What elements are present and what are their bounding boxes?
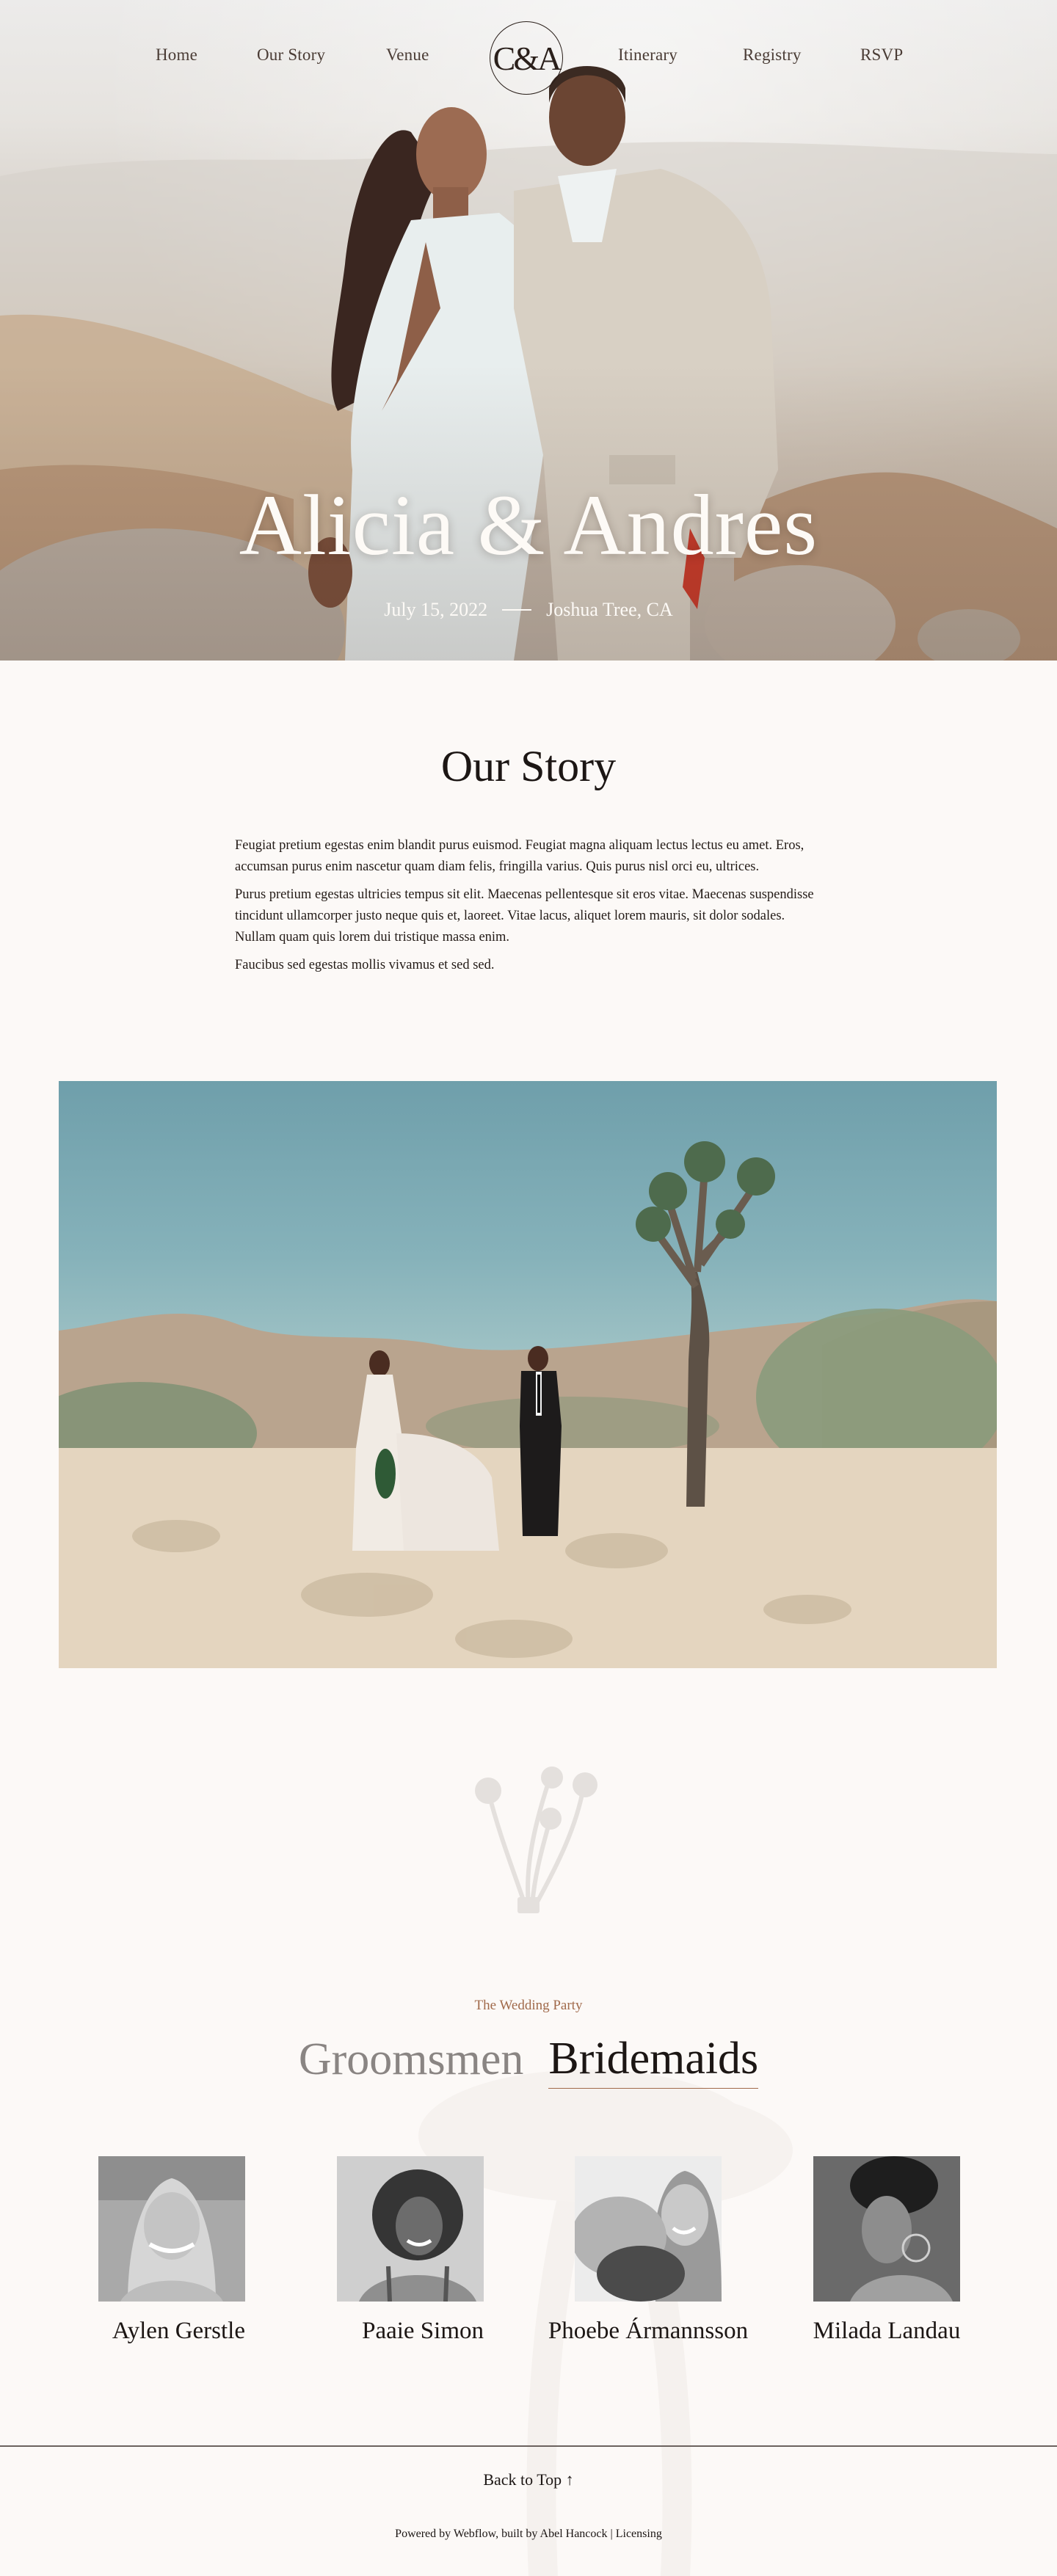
footer-credits: Powered by Webflow, built by Abel Hancoc… bbox=[395, 2528, 662, 2540]
nav-our-story[interactable]: Our Story bbox=[257, 46, 325, 65]
desert-couple-photo bbox=[59, 1081, 997, 1668]
back-to-top-link[interactable]: Back to Top ↑ bbox=[0, 2470, 1057, 2489]
member-photo bbox=[575, 2156, 722, 2302]
nav-registry[interactable]: Registry bbox=[743, 46, 802, 65]
wedding-location: Joshua Tree, CA bbox=[546, 599, 673, 620]
story-body: Feugiat pretium egestas enim blandit pur… bbox=[235, 835, 822, 983]
story-title: Our Story bbox=[440, 742, 617, 790]
divider-dash bbox=[502, 609, 532, 611]
member-photo bbox=[337, 2156, 484, 2302]
story-paragraph: Feugiat pretium egestas enim blandit pur… bbox=[235, 838, 804, 874]
member-name: Phoebe Ármannsson bbox=[548, 2318, 749, 2344]
joshua-tree-icon bbox=[475, 1767, 597, 1913]
footer-divider bbox=[0, 2445, 1057, 2447]
story-paragraph: Purus pretium egestas ultricies tempus s… bbox=[235, 887, 814, 945]
logo-monogram[interactable]: C&A bbox=[490, 21, 563, 95]
wedding-date: July 15, 2022 bbox=[384, 599, 488, 620]
member-photo bbox=[98, 2156, 245, 2302]
member-name: Milada Landau bbox=[813, 2318, 961, 2344]
story-paragraph: Faucibus sed egestas mollis vivamus et s… bbox=[235, 958, 495, 972]
main-nav: Home Our Story Venue C&A Itinerary Regis… bbox=[0, 0, 1057, 117]
member-name: Aylen Gerstle bbox=[112, 2318, 245, 2344]
nav-venue[interactable]: Venue bbox=[386, 46, 429, 65]
nav-home[interactable]: Home bbox=[156, 46, 197, 65]
webflow-link[interactable]: Webflow bbox=[454, 2528, 495, 2540]
party-member-card: Phoebe Ármannsson bbox=[548, 2156, 748, 2345]
party-tabs: Groomsmen Bridemaids bbox=[0, 2033, 1057, 2089]
hero-section: Home Our Story Venue C&A Itinerary Regis… bbox=[0, 0, 1057, 661]
tab-groomsmen[interactable]: Groomsmen bbox=[299, 2033, 524, 2089]
party-eyebrow: The Wedding Party bbox=[474, 1998, 583, 2013]
author-link[interactable]: Abel Hancock bbox=[540, 2528, 608, 2540]
party-member-card: Paaie Simon bbox=[337, 2156, 484, 2345]
desert-scene bbox=[59, 1141, 997, 1668]
party-member-card: Milada Landau bbox=[813, 2156, 960, 2345]
hero-subtitle: July 15, 2022 Joshua Tree, CA bbox=[0, 599, 1057, 621]
member-name: Paaie Simon bbox=[362, 2318, 484, 2344]
nav-itinerary[interactable]: Itinerary bbox=[618, 46, 678, 65]
party-member-card: Aylen Gerstle bbox=[98, 2156, 245, 2345]
licensing-link[interactable]: Licensing bbox=[616, 2528, 662, 2540]
member-photo bbox=[813, 2156, 960, 2302]
tab-bridesmaids[interactable]: Bridemaids bbox=[548, 2033, 759, 2089]
nav-rsvp[interactable]: RSVP bbox=[860, 46, 903, 65]
hero-title: Alicia & Andres bbox=[239, 477, 818, 573]
